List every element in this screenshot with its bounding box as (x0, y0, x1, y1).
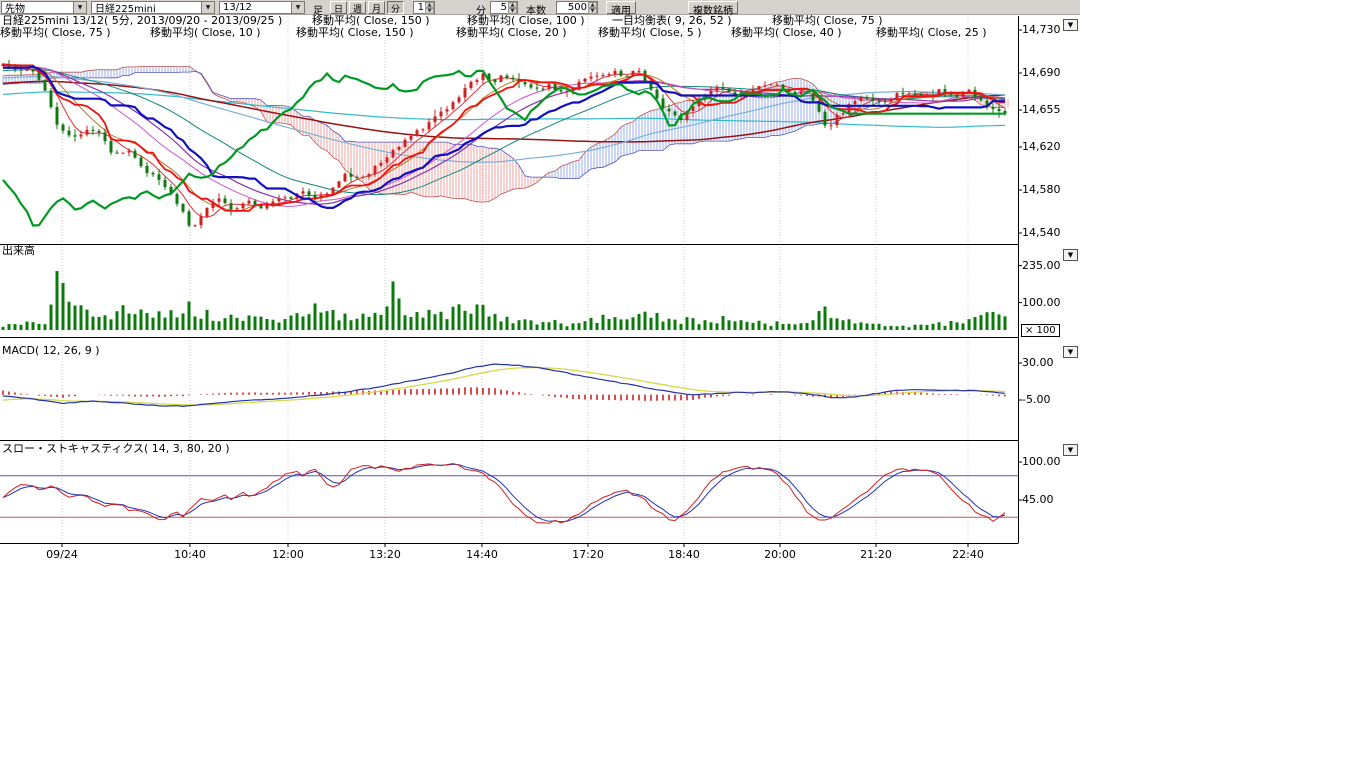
price-panel (2, 60, 1009, 229)
minute-unit-label: 分 (476, 2, 486, 17)
indicator-label: 移動平均( Close, 10 ) (150, 27, 261, 39)
volume-panel (2, 271, 1007, 330)
macd-axis-label: -5.00 (1022, 394, 1050, 406)
bars-count-label: 本数 (526, 2, 546, 17)
period-minute-button[interactable]: 分 (387, 1, 404, 14)
dropdown-arrow-icon[interactable]: ▼ (291, 2, 304, 13)
market-type-select[interactable]: 先物 ▼ (1, 1, 87, 14)
time-axis-label: 14:40 (457, 548, 507, 561)
interval-spinner[interactable]: 5 ▲▼ (490, 1, 518, 14)
price-axis-label: 14,620 (1022, 141, 1061, 153)
volume-panel-menu-button[interactable]: ▼ (1063, 249, 1078, 261)
time-axis-label: 20:00 (755, 548, 805, 561)
price-axis-label: 14,730 (1022, 24, 1061, 36)
spinner-buttons[interactable]: ▲▼ (588, 2, 597, 13)
period-week-button[interactable]: 週 (349, 1, 366, 14)
period-day-button[interactable]: 日 (330, 1, 347, 14)
main-toolbar: 先物 ▼ 日経225mini ▼ 13/12 ▼ 足 日 週 月 分 1 ▲▼ … (0, 0, 1080, 15)
price-axis-label: 14,655 (1022, 104, 1061, 116)
indicator-label: 移動平均( Close, 25 ) (876, 27, 987, 39)
bars-count-spinner[interactable]: 500 ▲▼ (556, 1, 598, 14)
price-axis-label: 14,690 (1022, 67, 1061, 79)
indicator-label: 移動平均( Close, 40 ) (731, 27, 842, 39)
stoch-axis-label: 100.00 (1022, 456, 1061, 468)
symbol-value: 日経225mini (92, 0, 201, 15)
stochastics-panel-title: スロー・ストキャスティクス( 14, 3, 80, 20 ) (2, 443, 230, 455)
time-axis-label: 10:40 (165, 548, 215, 561)
bar-type-label: 足 (313, 2, 323, 17)
bar-multiple-value: 1 (414, 2, 425, 13)
dropdown-arrow-icon[interactable]: ▼ (201, 2, 214, 13)
indicator-label: 移動平均( Close, 75 ) (0, 27, 111, 39)
macd-panel-title: MACD( 12, 26, 9 ) (2, 345, 100, 357)
stochastics-panel (0, 464, 1018, 524)
symbol-select[interactable]: 日経225mini ▼ (91, 1, 215, 14)
spinner-buttons[interactable]: ▲▼ (508, 2, 517, 13)
chart-region: 日経225mini 13/12( 5分, 2013/09/20 - 2013/0… (0, 0, 1080, 570)
volume-multiplier-badge: × 100 (1021, 324, 1060, 337)
period-month-button[interactable]: 月 (368, 1, 385, 14)
spinner-down-icon[interactable]: ▼ (588, 8, 597, 14)
time-axis-label: 12:00 (263, 548, 313, 561)
macd-panel-menu-button[interactable]: ▼ (1063, 346, 1078, 358)
multi-symbol-button[interactable]: 複数銘柄 (688, 1, 738, 14)
indicator-label: 移動平均( Close, 20 ) (456, 27, 567, 39)
interval-value: 5 (491, 2, 508, 13)
spinner-down-icon[interactable]: ▼ (508, 8, 517, 14)
market-type-value: 先物 (2, 0, 73, 15)
stoch-panel-menu-button[interactable]: ▼ (1063, 444, 1078, 456)
bars-count-value: 500 (557, 2, 588, 13)
contract-month-select[interactable]: 13/12 ▼ (219, 1, 305, 14)
time-axis-label: 09/24 (37, 548, 87, 561)
chart-app-window: 先物 ▼ 日経225mini ▼ 13/12 ▼ 足 日 週 月 分 1 ▲▼ … (0, 0, 1080, 570)
time-axis-label: 22:40 (943, 548, 993, 561)
price-axis-label: 14,580 (1022, 184, 1061, 196)
volume-axis-label: 235.00 (1022, 260, 1061, 272)
chart-canvas[interactable] (0, 0, 1080, 570)
time-axis-label: 18:40 (659, 548, 709, 561)
macd-panel (3, 364, 1005, 406)
apply-button[interactable]: 適用 (606, 1, 636, 14)
price-axis-label: 14,540 (1022, 227, 1061, 239)
border-layer (0, 16, 1022, 547)
time-axis-label: 21:20 (851, 548, 901, 561)
macd-axis-label: 30.00 (1022, 357, 1054, 369)
time-axis-label: 13:20 (360, 548, 410, 561)
dropdown-arrow-icon[interactable]: ▼ (73, 2, 86, 13)
indicator-label: 移動平均( Close, 150 ) (296, 27, 414, 39)
contract-month-value: 13/12 (220, 2, 291, 13)
stoch-axis-label: 45.00 (1022, 494, 1054, 506)
price-panel-menu-button[interactable]: ▼ (1063, 19, 1078, 31)
indicator-label: 移動平均( Close, 5 ) (598, 27, 702, 39)
volume-panel-title: 出来高 (2, 245, 35, 257)
spinner-buttons[interactable]: ▲▼ (425, 2, 434, 13)
volume-axis-label: 100.00 (1022, 297, 1061, 309)
time-axis-label: 17:20 (563, 548, 613, 561)
spinner-down-icon[interactable]: ▼ (425, 8, 434, 14)
bar-multiple-spinner[interactable]: 1 ▲▼ (413, 1, 435, 14)
